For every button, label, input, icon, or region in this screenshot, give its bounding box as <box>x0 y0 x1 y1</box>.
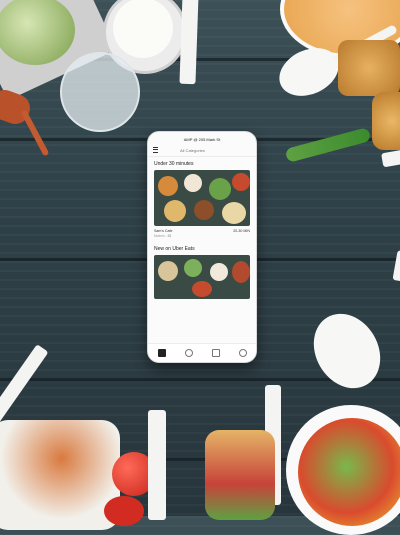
restaurant-name: Sam's Cafe <box>154 229 173 233</box>
phone-mockup: AMP @ 205 Mark St All Categories Under 3… <box>147 131 257 363</box>
delivery-time: 20-30 MIN <box>233 229 250 233</box>
dish-7 <box>222 202 246 224</box>
sandwich <box>205 430 275 520</box>
dish-11 <box>232 261 250 283</box>
orders-icon[interactable] <box>211 349 220 357</box>
home-icon[interactable] <box>157 349 166 357</box>
glass-bowl <box>60 52 140 132</box>
status-bar: AMP @ 205 Mark St <box>148 132 256 144</box>
bread-slice-2 <box>372 92 400 150</box>
fork-bottom <box>148 410 166 520</box>
restaurant-meta: Sam's Cafe 20-30 MIN <box>148 226 256 233</box>
dish-3 <box>209 178 231 200</box>
crab-leg <box>20 109 50 157</box>
header-hint: All Categories <box>180 147 205 153</box>
cream-dip <box>113 0 173 58</box>
fork-right-2 <box>392 250 400 282</box>
profile-icon[interactable] <box>238 349 247 357</box>
section-title: New on Uber Eats <box>154 246 195 252</box>
section-title: Under 30 minutes <box>154 161 194 167</box>
tomato-2 <box>104 496 144 526</box>
status-location: AMP @ 205 Mark St <box>183 136 221 142</box>
dish-4 <box>232 173 250 191</box>
app-header: All Categories <box>148 144 256 157</box>
salad <box>298 418 400 526</box>
menu-icon[interactable] <box>153 147 158 153</box>
dish-8 <box>158 261 178 281</box>
search-icon[interactable] <box>184 349 193 357</box>
herb-sprig <box>284 127 372 163</box>
napkin-fried-food <box>0 420 120 530</box>
dish-12 <box>192 281 212 297</box>
dish-2 <box>184 174 202 192</box>
bread-slice <box>338 40 400 96</box>
dish-5 <box>164 200 186 222</box>
dish-1 <box>158 176 178 196</box>
fork-top <box>179 0 199 85</box>
new-restaurant-image[interactable] <box>154 255 250 299</box>
spoon-bottom <box>300 301 394 401</box>
dish-6 <box>194 200 214 220</box>
restaurant-image[interactable] <box>154 170 250 226</box>
dish-9 <box>184 259 202 277</box>
fork-left <box>0 344 49 426</box>
tab-bar <box>148 343 256 362</box>
dish-10 <box>210 263 228 281</box>
